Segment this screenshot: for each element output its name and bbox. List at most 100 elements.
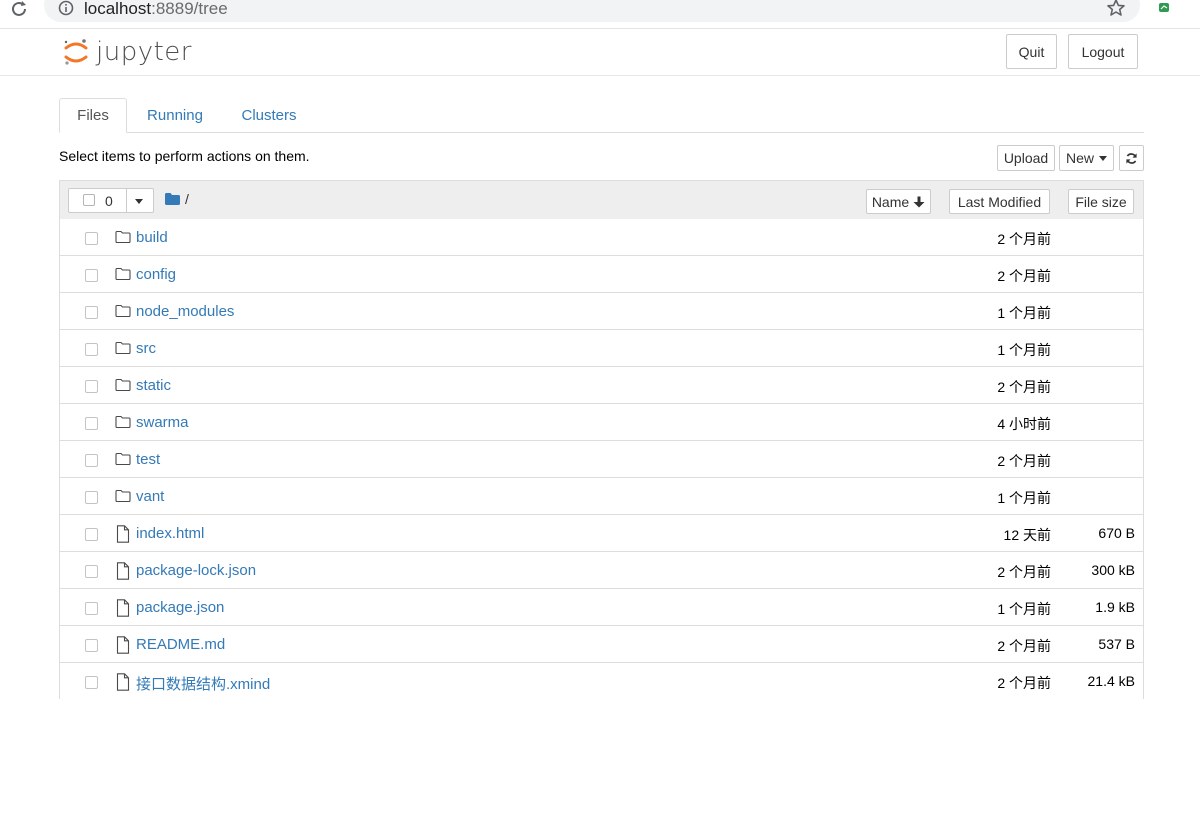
caret-down-icon[interactable] xyxy=(135,199,143,204)
file-icon xyxy=(115,673,131,691)
file-row[interactable]: config 2 个月前 xyxy=(60,256,1143,293)
bookmark-star-icon[interactable] xyxy=(1106,0,1126,18)
file-row[interactable]: node_modules 1 个月前 xyxy=(60,293,1143,330)
refresh-button[interactable] xyxy=(1119,145,1144,171)
file-modified: 1 个月前 xyxy=(997,490,1051,506)
row-checkbox[interactable] xyxy=(85,232,98,245)
folder-icon xyxy=(115,340,131,356)
file-modified: 2 个月前 xyxy=(997,268,1051,284)
file-modified: 4 小时前 xyxy=(997,416,1051,432)
tab-files[interactable]: Files xyxy=(59,98,127,133)
row-checkbox[interactable] xyxy=(85,380,98,393)
select-all-checkbox[interactable] xyxy=(83,194,95,206)
divider xyxy=(126,189,127,212)
file-name-link[interactable]: config xyxy=(136,266,176,283)
file-row[interactable]: package-lock.json 2 个月前 300 kB xyxy=(60,552,1143,589)
row-checkbox[interactable] xyxy=(85,528,98,541)
select-all-dropdown[interactable]: 0 xyxy=(68,188,154,213)
file-name-link[interactable]: README.md xyxy=(136,636,225,653)
file-size: 537 B xyxy=(1098,636,1135,652)
tab-clusters[interactable]: Clusters xyxy=(231,98,307,132)
sort-modified-button[interactable]: Last Modified xyxy=(949,189,1050,214)
row-checkbox[interactable] xyxy=(85,454,98,467)
logo-text: jupyter xyxy=(96,37,192,67)
file-name-link[interactable]: src xyxy=(136,340,156,357)
file-row[interactable]: index.html 12 天前 670 B xyxy=(60,515,1143,552)
row-checkbox[interactable] xyxy=(85,491,98,504)
file-row[interactable]: README.md 2 个月前 537 B xyxy=(60,626,1143,663)
file-modified: 1 个月前 xyxy=(997,342,1051,358)
row-checkbox[interactable] xyxy=(85,417,98,430)
file-modified: 2 个月前 xyxy=(997,379,1051,395)
url-text[interactable]: localhost:8889/tree xyxy=(84,0,228,19)
address-bar[interactable]: localhost:8889/tree xyxy=(44,0,1140,22)
jupyter-logo[interactable]: jupyter xyxy=(62,34,192,70)
logout-button[interactable]: Logout xyxy=(1068,34,1138,69)
file-modified: 2 个月前 xyxy=(997,453,1051,469)
file-modified: 2 个月前 xyxy=(997,231,1051,247)
file-name-link[interactable]: swarma xyxy=(136,414,189,431)
info-icon[interactable] xyxy=(58,0,74,16)
jupyter-logo-icon xyxy=(64,39,88,65)
folder-icon xyxy=(115,229,131,245)
sort-name-button[interactable]: Name xyxy=(866,189,931,214)
new-button-label: New xyxy=(1065,150,1094,166)
new-dropdown-button[interactable]: New xyxy=(1059,145,1114,171)
file-name-link[interactable]: 接口数据结构.xmind xyxy=(136,673,270,694)
sort-size-button[interactable]: File size xyxy=(1068,189,1134,214)
jupyter-header: jupyter Quit Logout xyxy=(0,29,1200,76)
row-checkbox[interactable] xyxy=(85,343,98,356)
file-icon xyxy=(115,636,131,654)
browser-toolbar: localhost:8889/tree xyxy=(0,0,1200,29)
folder-icon xyxy=(115,414,131,430)
file-row[interactable]: swarma 4 小时前 xyxy=(60,404,1143,441)
folder-icon xyxy=(115,451,131,467)
file-name-link[interactable]: index.html xyxy=(136,525,204,542)
quit-button[interactable]: Quit xyxy=(1006,34,1057,69)
row-checkbox[interactable] xyxy=(85,306,98,319)
row-checkbox[interactable] xyxy=(85,269,98,282)
selection-hint: Select items to perform actions on them. xyxy=(59,148,310,164)
row-checkbox[interactable] xyxy=(85,602,98,615)
sort-name-label: Name xyxy=(871,193,910,210)
file-size: 300 kB xyxy=(1091,562,1135,578)
file-row[interactable]: package.json 1 个月前 1.9 kB xyxy=(60,589,1143,626)
breadcrumb[interactable]: / xyxy=(185,191,189,207)
file-size: 670 B xyxy=(1098,525,1135,541)
row-checkbox[interactable] xyxy=(85,639,98,652)
extension-icon[interactable] xyxy=(1158,2,1172,14)
file-row[interactable]: src 1 个月前 xyxy=(60,330,1143,367)
file-size: 1.9 kB xyxy=(1095,599,1135,615)
file-row[interactable]: vant 1 个月前 xyxy=(60,478,1143,515)
tab-running[interactable]: Running xyxy=(137,98,213,132)
file-name-link[interactable]: test xyxy=(136,451,160,468)
file-name-link[interactable]: static xyxy=(136,377,171,394)
list-header: 0 / Name Last Modified File size xyxy=(60,181,1143,220)
file-icon xyxy=(115,525,131,543)
file-name-link[interactable]: node_modules xyxy=(136,303,234,320)
file-name-link[interactable]: package.json xyxy=(136,599,224,616)
file-icon xyxy=(115,562,131,580)
file-row[interactable]: test 2 个月前 xyxy=(60,441,1143,478)
row-checkbox[interactable] xyxy=(85,565,98,578)
folder-icon[interactable] xyxy=(165,193,180,205)
file-row[interactable]: static 2 个月前 xyxy=(60,367,1143,404)
file-modified: 1 个月前 xyxy=(997,601,1051,617)
notebook-list: 0 / Name Last Modified File size build 2 … xyxy=(59,180,1144,700)
file-name-link[interactable]: package-lock.json xyxy=(136,562,256,579)
folder-icon xyxy=(115,377,131,393)
reload-icon[interactable] xyxy=(10,0,30,18)
folder-icon xyxy=(115,488,131,504)
file-row[interactable]: 接口数据结构.xmind 2 个月前 21.4 kB xyxy=(60,663,1143,700)
file-name-link[interactable]: vant xyxy=(136,488,164,505)
folder-icon xyxy=(115,303,131,319)
file-modified: 1 个月前 xyxy=(997,305,1051,321)
refresh-icon xyxy=(1126,152,1137,164)
file-modified: 12 天前 xyxy=(1003,527,1051,543)
file-name-link[interactable]: build xyxy=(136,229,168,246)
url-host: localhost xyxy=(84,0,152,18)
row-checkbox[interactable] xyxy=(85,676,98,689)
folder-icon xyxy=(115,266,131,282)
upload-button[interactable]: Upload xyxy=(997,145,1055,171)
file-row[interactable]: build 2 个月前 xyxy=(60,219,1143,256)
